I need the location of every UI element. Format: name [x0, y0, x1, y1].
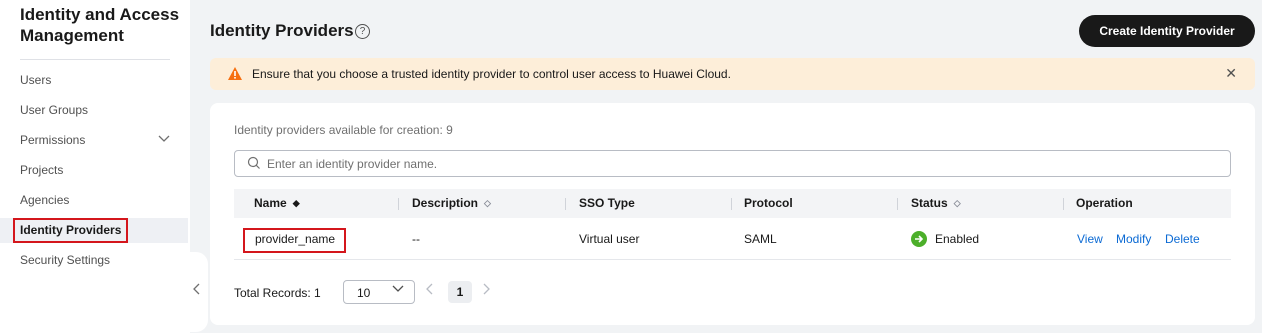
sidebar-item-label: Agencies: [20, 193, 70, 207]
modify-link[interactable]: Modify: [1116, 218, 1151, 260]
page-title: Identity Providers: [210, 21, 354, 40]
column-header-sso-type: SSO Type: [579, 196, 635, 210]
next-page-icon[interactable]: [482, 283, 490, 298]
table-header: Name ◆ Description ◇ SSO Type Protocol Sta…: [234, 189, 1231, 218]
sort-icon[interactable]: ◇: [954, 189, 961, 218]
previous-page-icon[interactable]: [426, 283, 434, 298]
sort-icon[interactable]: ◇: [484, 189, 491, 218]
table-row: provider_name -- Virtual user SAML Enabl…: [234, 218, 1231, 260]
sidebar-item-users[interactable]: Users: [0, 68, 188, 93]
available-count-text: Identity providers available for creatio…: [234, 123, 453, 137]
column-header-name[interactable]: Name ◆: [254, 189, 300, 218]
create-identity-provider-button[interactable]: Create Identity Provider: [1079, 15, 1255, 47]
sidebar-title: Identity and Access Management: [20, 5, 180, 45]
sidebar-divider: [20, 59, 170, 60]
sidebar-collapse-handle[interactable]: [188, 252, 208, 332]
sidebar-item-label: Projects: [20, 163, 64, 177]
sidebar-item-permissions[interactable]: Permissions: [0, 128, 188, 153]
sidebar-item-projects[interactable]: Projects: [0, 158, 188, 183]
delete-link[interactable]: Delete: [1165, 218, 1200, 260]
sidebar-item-label: Security Settings: [20, 253, 111, 267]
cell-protocol: SAML: [744, 232, 777, 246]
warning-icon: [227, 66, 243, 84]
search-input[interactable]: [267, 153, 1207, 175]
search-icon: [247, 156, 261, 173]
column-header-description[interactable]: Description ◇: [412, 189, 491, 218]
highlight-box: [243, 228, 346, 253]
chevron-down-icon: [392, 284, 404, 296]
page-size-value: 10: [357, 286, 371, 300]
help-icon[interactable]: ?: [355, 24, 370, 39]
page-size-select[interactable]: 10: [343, 280, 415, 304]
column-divider: [897, 198, 898, 210]
highlight-box: [13, 218, 128, 243]
column-header-status[interactable]: Status ◇: [911, 189, 961, 218]
identity-providers-card: Identity providers available for creatio…: [210, 103, 1255, 325]
total-records: Total Records: 1: [234, 286, 321, 300]
alert-message: Ensure that you choose a trusted identit…: [252, 67, 731, 81]
cell-description: --: [412, 232, 420, 246]
sidebar-item-label: Permissions: [20, 133, 86, 147]
column-header-operation: Operation: [1076, 196, 1133, 210]
close-icon[interactable]: ✕: [1225, 65, 1237, 82]
cell-status: Enabled: [935, 232, 980, 246]
sidebar: Identity and Access Management Users Use…: [0, 0, 190, 333]
search-box[interactable]: [234, 150, 1231, 177]
sort-icon[interactable]: ◆: [293, 189, 300, 218]
sidebar-item-label: User Groups: [20, 103, 89, 117]
sidebar-item-security-settings[interactable]: Security Settings: [0, 248, 188, 273]
sidebar-item-user-groups[interactable]: User Groups: [0, 98, 188, 123]
chevron-left-icon: [193, 283, 201, 298]
sidebar-item-label: Users: [20, 73, 52, 87]
column-divider: [398, 198, 399, 210]
column-header-protocol: Protocol: [744, 196, 793, 210]
chevron-down-icon[interactable]: [158, 128, 170, 153]
column-divider: [565, 198, 566, 210]
column-divider: [1063, 198, 1064, 210]
warning-alert: Ensure that you choose a trusted identit…: [210, 58, 1255, 90]
status-enabled-icon: [911, 231, 927, 247]
cell-sso-type: Virtual user: [579, 232, 640, 246]
page-number-current[interactable]: 1: [448, 281, 472, 303]
column-divider: [731, 198, 732, 210]
view-link[interactable]: View: [1077, 218, 1103, 260]
sidebar-item-agencies[interactable]: Agencies: [0, 188, 188, 213]
